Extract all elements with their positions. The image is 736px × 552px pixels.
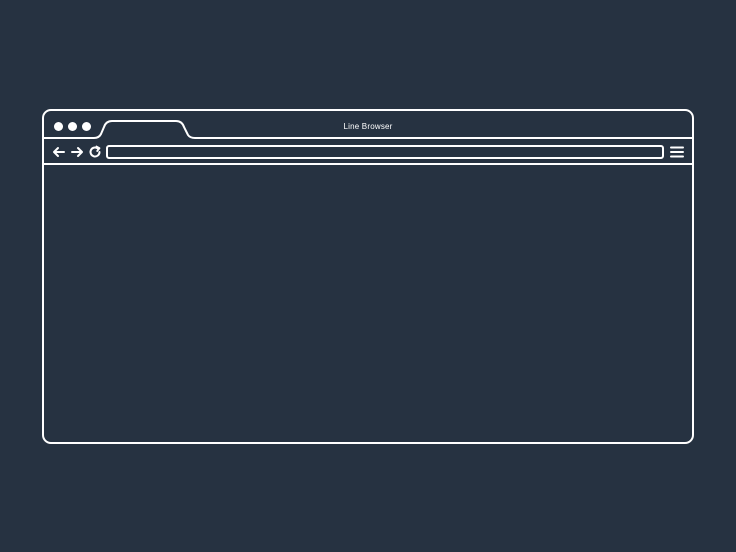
reload-icon: [89, 145, 101, 158]
tab-outline: [44, 120, 692, 139]
window-title: Line Browser: [343, 122, 393, 131]
browser-window: Line Browser: [42, 109, 694, 444]
forward-button[interactable]: [70, 145, 84, 159]
screen: Line Browser: [0, 0, 736, 552]
back-button[interactable]: [52, 145, 66, 159]
hamburger-menu-icon: [670, 146, 684, 158]
arrow-left-icon: [53, 147, 65, 157]
reload-button[interactable]: [88, 145, 102, 159]
menu-button[interactable]: [670, 145, 684, 159]
arrow-right-icon: [71, 147, 83, 157]
page-viewport[interactable]: [44, 165, 692, 442]
address-bar[interactable]: [106, 145, 664, 159]
